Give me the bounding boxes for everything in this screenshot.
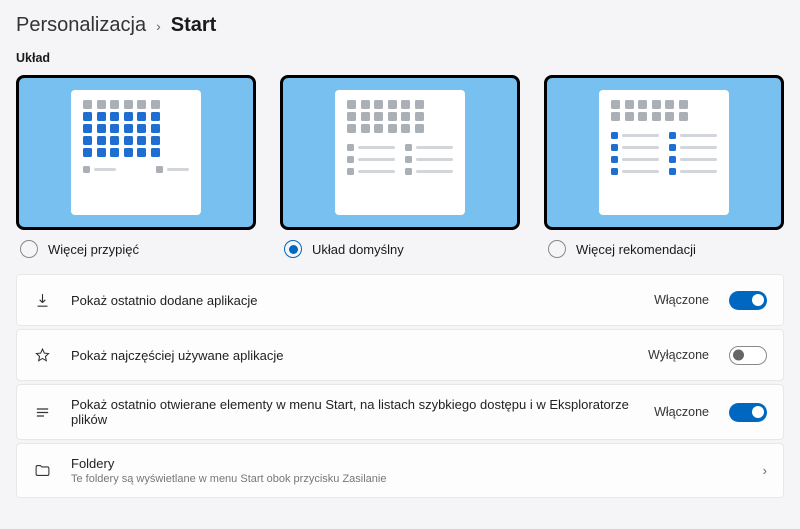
setting-label: Pokaż ostatnio otwierane elementy w menu… (71, 397, 634, 427)
layout-radio-default[interactable]: Układ domyślny (280, 238, 520, 262)
download-icon (33, 291, 51, 309)
layout-label: Układ domyślny (312, 242, 404, 257)
radio-icon (548, 240, 566, 258)
chevron-right-icon: › (763, 463, 767, 478)
setting-recent-apps: Pokaż ostatnio dodane aplikacje Włączone (16, 274, 784, 326)
settings-list: Pokaż ostatnio dodane aplikacje Włączone… (16, 274, 784, 498)
setting-most-used: Pokaż najczęściej używane aplikacje Wyłą… (16, 329, 784, 381)
layout-label: Więcej rekomendacji (576, 242, 696, 257)
setting-label-with-sub: Foldery Te foldery są wyświetlane w menu… (71, 456, 743, 485)
layout-thumb-default[interactable] (280, 75, 520, 230)
radio-icon-selected (284, 240, 302, 258)
toggle-most-used[interactable] (729, 346, 767, 365)
layout-thumb-more-recs[interactable] (544, 75, 784, 230)
list-icon (33, 403, 51, 421)
layout-radio-more-recs[interactable]: Więcej rekomendacji (544, 238, 784, 262)
setting-label: Pokaż najczęściej używane aplikacje (71, 348, 628, 363)
setting-state: Włączone (654, 405, 709, 419)
setting-state: Wyłączone (648, 348, 709, 362)
page-title: Start (171, 14, 217, 37)
breadcrumb-parent[interactable]: Personalizacja (16, 14, 146, 37)
setting-title: Foldery (71, 456, 743, 471)
layout-options: Więcej przypięć (16, 75, 784, 262)
star-icon (33, 346, 51, 364)
setting-state: Włączone (654, 293, 709, 307)
breadcrumb: Personalizacja › Start (16, 14, 784, 37)
setting-subtitle: Te foldery są wyświetlane w menu Start o… (71, 473, 743, 485)
setting-label: Pokaż ostatnio dodane aplikacje (71, 293, 634, 308)
setting-recent-items: Pokaż ostatnio otwierane elementy w menu… (16, 384, 784, 440)
radio-icon (20, 240, 38, 258)
layout-thumb-more-pins[interactable] (16, 75, 256, 230)
layout-radio-more-pins[interactable]: Więcej przypięć (16, 238, 256, 262)
section-label-layout: Układ (16, 51, 784, 65)
folder-icon (33, 462, 51, 480)
toggle-recent-apps[interactable] (729, 291, 767, 310)
toggle-recent-items[interactable] (729, 403, 767, 422)
setting-folders[interactable]: Foldery Te foldery są wyświetlane w menu… (16, 443, 784, 498)
layout-label: Więcej przypięć (48, 242, 139, 257)
chevron-right-icon: › (156, 18, 161, 34)
